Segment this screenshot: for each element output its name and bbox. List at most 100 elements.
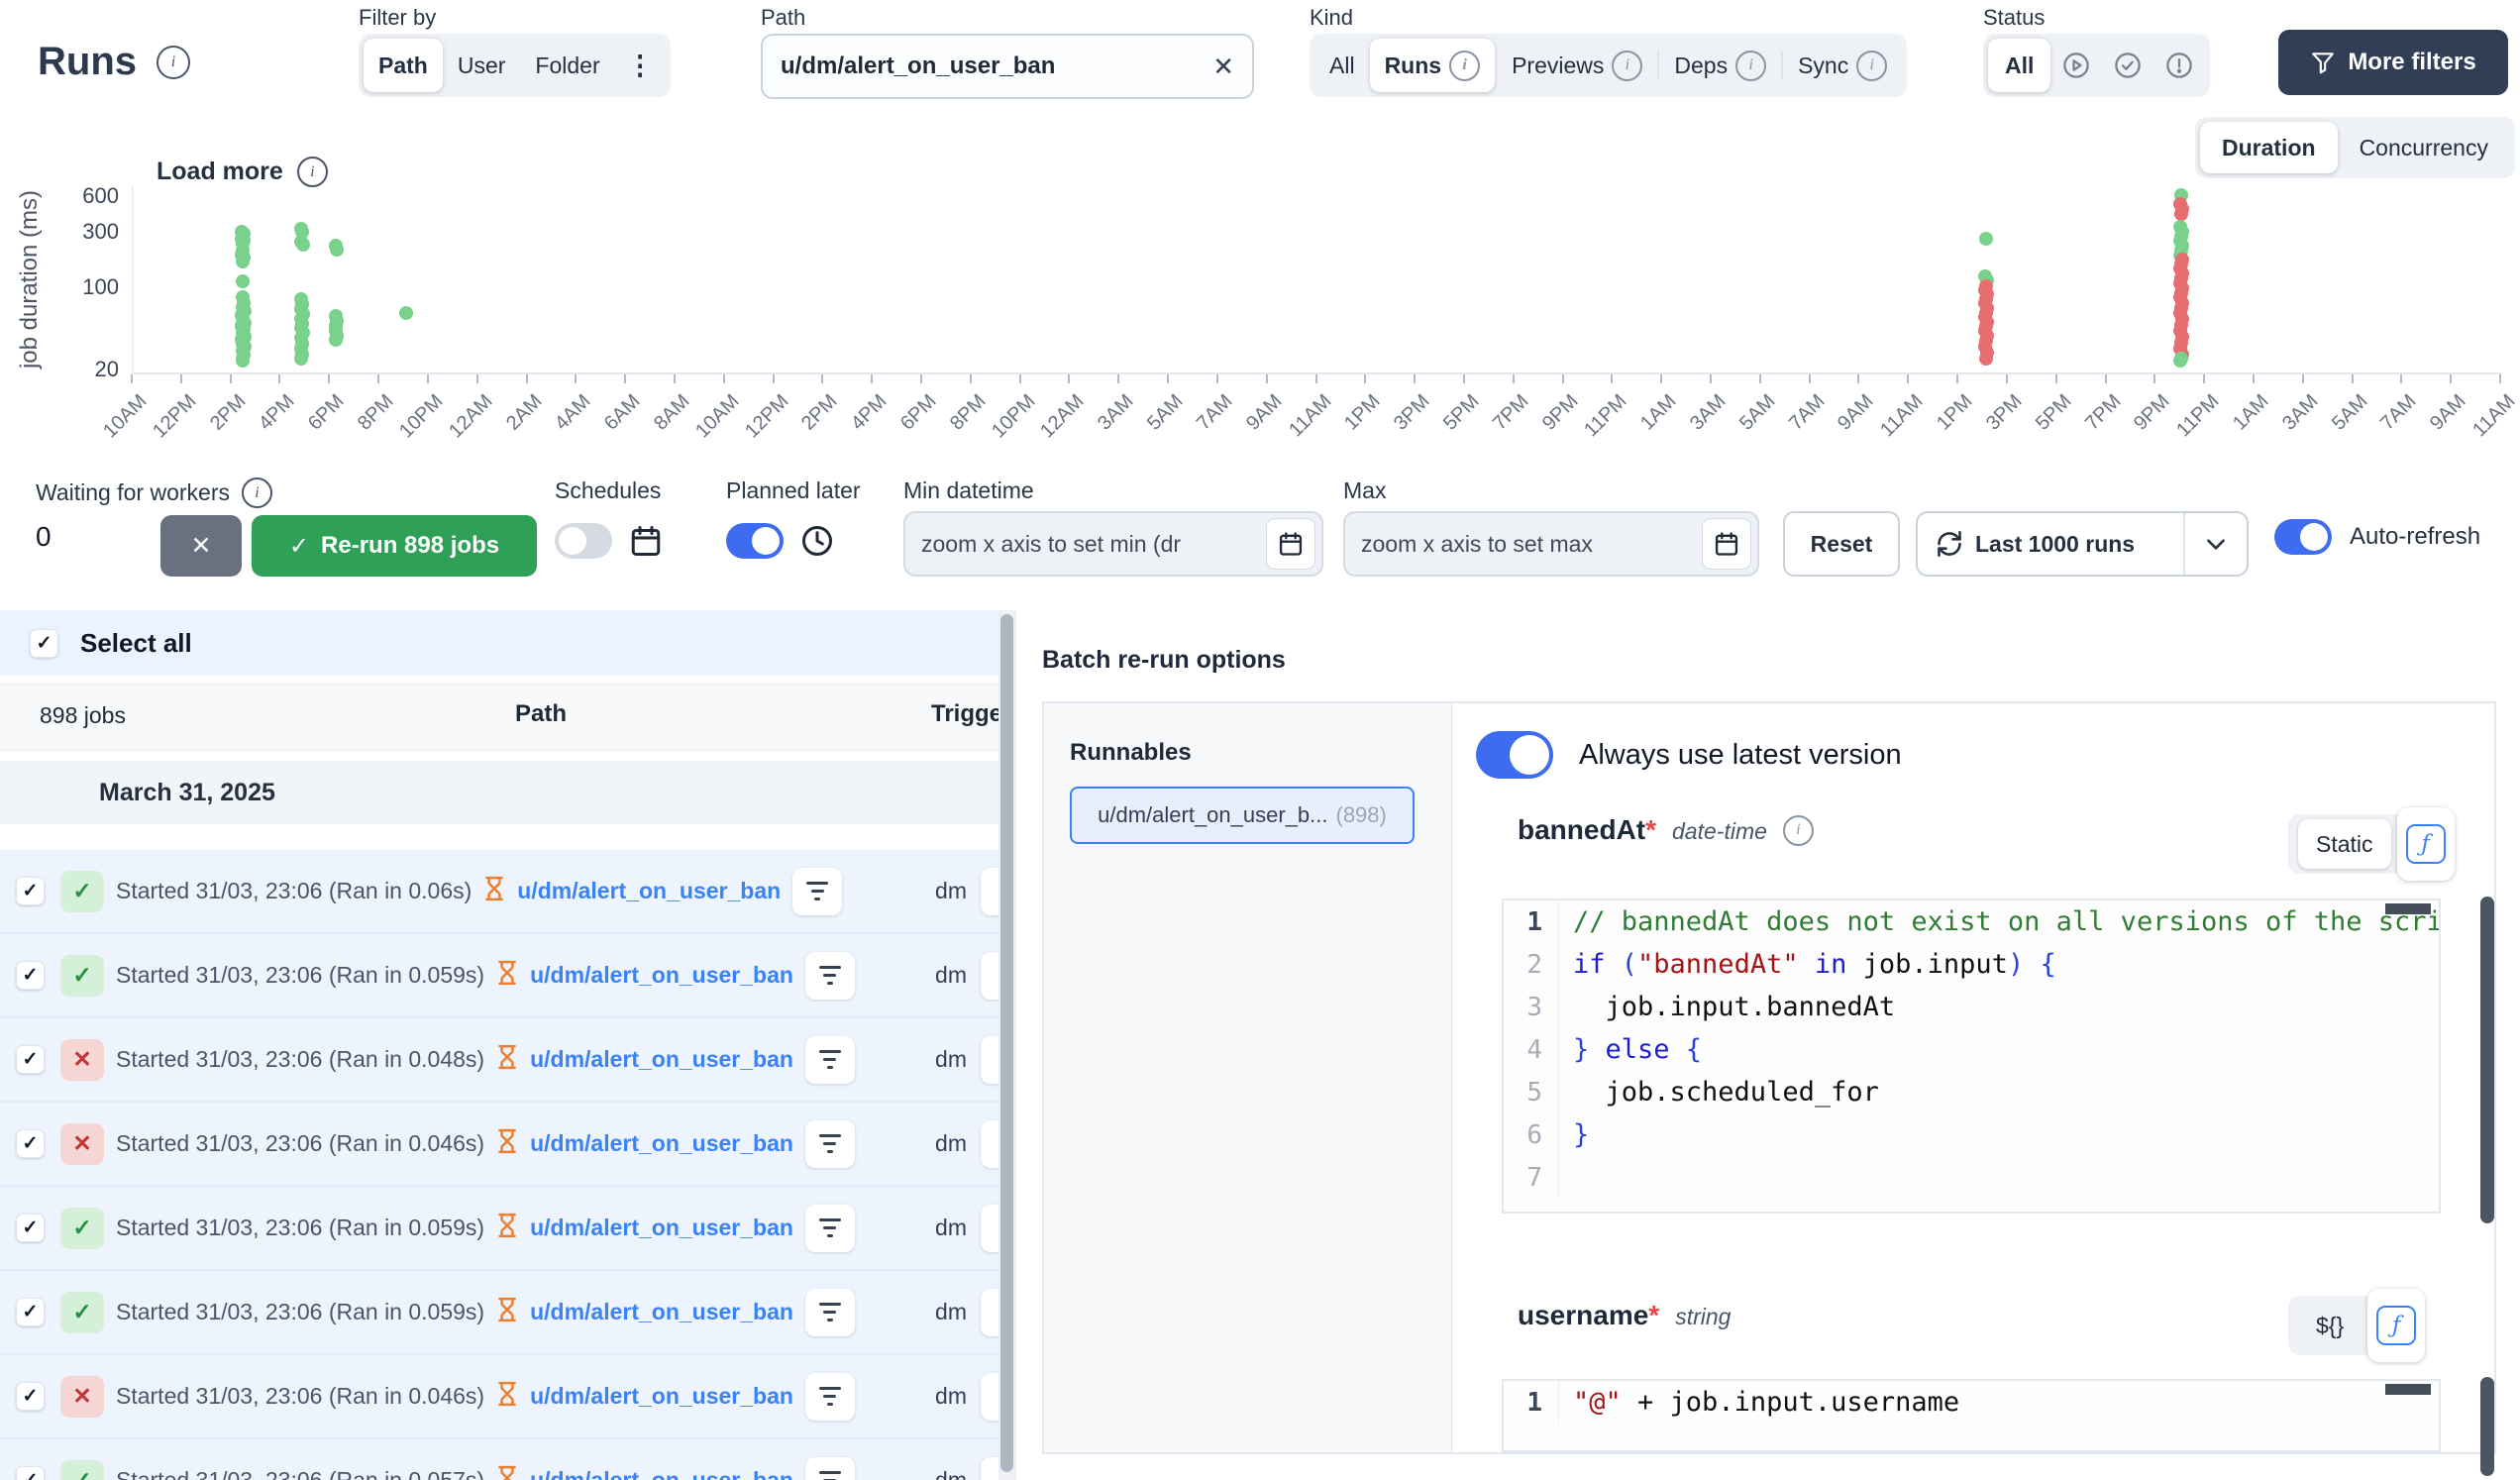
run-path-link[interactable]: u/dm/alert_on_user_ban — [530, 1467, 793, 1480]
status-option-all[interactable]: All — [1988, 39, 2050, 92]
status-option-play-circle[interactable] — [2050, 39, 2102, 92]
run-path-link[interactable]: u/dm/alert_on_user_ban — [530, 1130, 793, 1157]
run-path-link[interactable]: u/dm/alert_on_user_ban — [530, 962, 793, 989]
row-end-button[interactable] — [981, 1036, 998, 1084]
run-path-link[interactable]: u/dm/alert_on_user_ban — [530, 1046, 793, 1073]
javascript-mode-button[interactable]: ƒ — [2367, 1289, 2425, 1362]
row-filter-button[interactable] — [805, 1036, 855, 1084]
run-path-link[interactable]: u/dm/alert_on_user_ban — [517, 878, 781, 904]
row-checkbox[interactable]: ✓ — [16, 1045, 45, 1074]
run-path-link[interactable]: u/dm/alert_on_user_ban — [530, 1383, 793, 1410]
row-end-button[interactable] — [981, 1457, 998, 1480]
auto-refresh-toggle[interactable] — [2274, 519, 2332, 555]
row-checkbox[interactable]: ✓ — [16, 1298, 45, 1326]
row-checkbox[interactable]: ✓ — [16, 961, 45, 990]
chart-view-concurrency[interactable]: Concurrency — [2338, 122, 2510, 173]
job-row[interactable]: ✓✕Started 31/03, 23:06 (Ran in 0.048s)u/… — [0, 1018, 998, 1103]
clear-path-icon[interactable]: ✕ — [1212, 52, 1234, 82]
row-checkbox[interactable]: ✓ — [16, 1382, 45, 1411]
duration-scatter-plot[interactable] — [132, 186, 2502, 374]
scatter-point-success[interactable] — [1979, 232, 1993, 246]
more-filters-button[interactable]: More filters — [2278, 30, 2508, 95]
filter-by-option-folder[interactable]: Folder — [520, 39, 614, 92]
scatter-point-success[interactable] — [296, 238, 310, 252]
calendar-icon[interactable] — [1266, 518, 1315, 570]
schedules-toggle[interactable] — [555, 523, 612, 559]
min-datetime-input[interactable]: zoom x axis to set min (dr — [903, 511, 1323, 577]
job-row[interactable]: ✓✕Started 31/03, 23:06 (Ran in 0.046s)u/… — [0, 1355, 998, 1439]
rerun-jobs-button[interactable]: ✓ Re-run 898 jobs — [252, 515, 537, 577]
calendar-icon[interactable] — [1702, 518, 1751, 570]
kind-option-all[interactable]: All — [1314, 39, 1370, 92]
editor-hscrollbar[interactable] — [2385, 1384, 2431, 1395]
scatter-point-success[interactable] — [236, 255, 250, 268]
field-info-icon[interactable]: i — [1783, 815, 1814, 846]
row-filter-button[interactable] — [805, 952, 855, 1000]
filter-by-more-menu[interactable]: ⋮ — [615, 39, 666, 92]
row-end-button[interactable] — [981, 1120, 998, 1168]
static-mode-button[interactable]: Static — [2298, 819, 2391, 869]
waiting-workers-info-icon[interactable]: i — [242, 477, 272, 508]
row-checkbox[interactable]: ✓ — [16, 1129, 45, 1158]
row-end-button[interactable] — [981, 1289, 998, 1336]
filter-by-option-path[interactable]: Path — [364, 39, 443, 92]
scatter-point-failure[interactable] — [2174, 207, 2188, 221]
scatter-point-success[interactable] — [294, 352, 308, 366]
template-mode-button[interactable]: ${} — [2298, 1301, 2362, 1350]
kind-option-sync[interactable]: Synci — [1783, 39, 1902, 92]
scatter-point-success[interactable] — [399, 306, 413, 320]
status-option-alert-circle[interactable] — [2153, 39, 2205, 92]
panel-scrollbar-thumb[interactable] — [2480, 897, 2494, 1223]
kind-option-deps[interactable]: Depsi — [1659, 39, 1781, 92]
list-scrollbar-track[interactable] — [998, 610, 1016, 1480]
latest-version-toggle[interactable] — [1476, 731, 1553, 779]
list-scrollbar-thumb[interactable] — [1000, 614, 1013, 1472]
row-checkbox[interactable]: ✓ — [16, 877, 45, 905]
bannedat-code-editor[interactable]: 1// bannedAt does not exist on all versi… — [1502, 899, 2441, 1214]
load-more-button[interactable]: Load more i — [157, 157, 328, 187]
row-checkbox[interactable]: ✓ — [16, 1214, 45, 1242]
max-datetime-input[interactable]: zoom x axis to set max — [1343, 511, 1759, 577]
job-row[interactable]: ✓✓Started 31/03, 23:06 (Ran in 0.059s)u/… — [0, 1187, 998, 1271]
reset-button[interactable]: Reset — [1783, 511, 1900, 577]
javascript-mode-button[interactable]: ƒ — [2397, 807, 2455, 881]
job-row[interactable]: ✓✓Started 31/03, 23:06 (Ran in 0.057s)u/… — [0, 1439, 998, 1480]
job-row[interactable]: ✓✓Started 31/03, 23:06 (Ran in 0.06s)u/d… — [0, 850, 998, 934]
row-filter-button[interactable] — [805, 1457, 855, 1480]
kind-option-runs[interactable]: Runsi — [1370, 39, 1496, 92]
status-option-check-circle[interactable] — [2102, 39, 2153, 92]
username-code-editor[interactable]: 1"@" + job.input.username — [1502, 1379, 2441, 1452]
scatter-point-success[interactable] — [236, 274, 250, 288]
scatter-point-failure[interactable] — [1979, 352, 1993, 366]
runs-info-icon[interactable]: i — [157, 46, 190, 79]
panel-scrollbar-thumb[interactable] — [2480, 1377, 2494, 1476]
last-runs-chevron-button[interactable] — [2185, 513, 2247, 575]
load-more-info-icon[interactable]: i — [297, 157, 328, 187]
row-end-button[interactable] — [981, 952, 998, 1000]
planned-later-toggle[interactable] — [726, 523, 784, 559]
row-filter-button[interactable] — [792, 868, 842, 915]
job-row[interactable]: ✓✕Started 31/03, 23:06 (Ran in 0.046s)u/… — [0, 1103, 998, 1187]
chart-view-duration[interactable]: Duration — [2200, 122, 2338, 173]
row-filter-button[interactable] — [805, 1205, 855, 1252]
run-path-link[interactable]: u/dm/alert_on_user_ban — [530, 1215, 793, 1241]
row-checkbox[interactable]: ✓ — [16, 1466, 45, 1480]
run-path-link[interactable]: u/dm/alert_on_user_ban — [530, 1299, 793, 1325]
editor-hscrollbar[interactable] — [2385, 903, 2431, 914]
job-row[interactable]: ✓✓Started 31/03, 23:06 (Ran in 0.059s)u/… — [0, 1271, 998, 1355]
row-end-button[interactable] — [981, 1373, 998, 1421]
scatter-point-success[interactable] — [330, 243, 344, 257]
cancel-selection-button[interactable]: ✕ — [160, 515, 242, 577]
row-filter-button[interactable] — [805, 1120, 855, 1168]
last-runs-refresh-button[interactable]: Last 1000 runs — [1918, 513, 2183, 575]
scatter-point-success[interactable] — [236, 354, 250, 368]
row-end-button[interactable] — [981, 1205, 998, 1252]
job-row[interactable]: ✓✓Started 31/03, 23:06 (Ran in 0.059s)u/… — [0, 934, 998, 1018]
row-end-button[interactable] — [981, 868, 998, 915]
row-filter-button[interactable] — [805, 1289, 855, 1336]
filter-by-option-user[interactable]: User — [443, 39, 521, 92]
select-all-checkbox[interactable]: ✓ — [30, 629, 58, 658]
scatter-point-success[interactable] — [329, 333, 343, 347]
kind-option-previews[interactable]: Previewsi — [1497, 39, 1657, 92]
path-filter-input[interactable]: u/dm/alert_on_user_ban ✕ — [761, 34, 1254, 99]
